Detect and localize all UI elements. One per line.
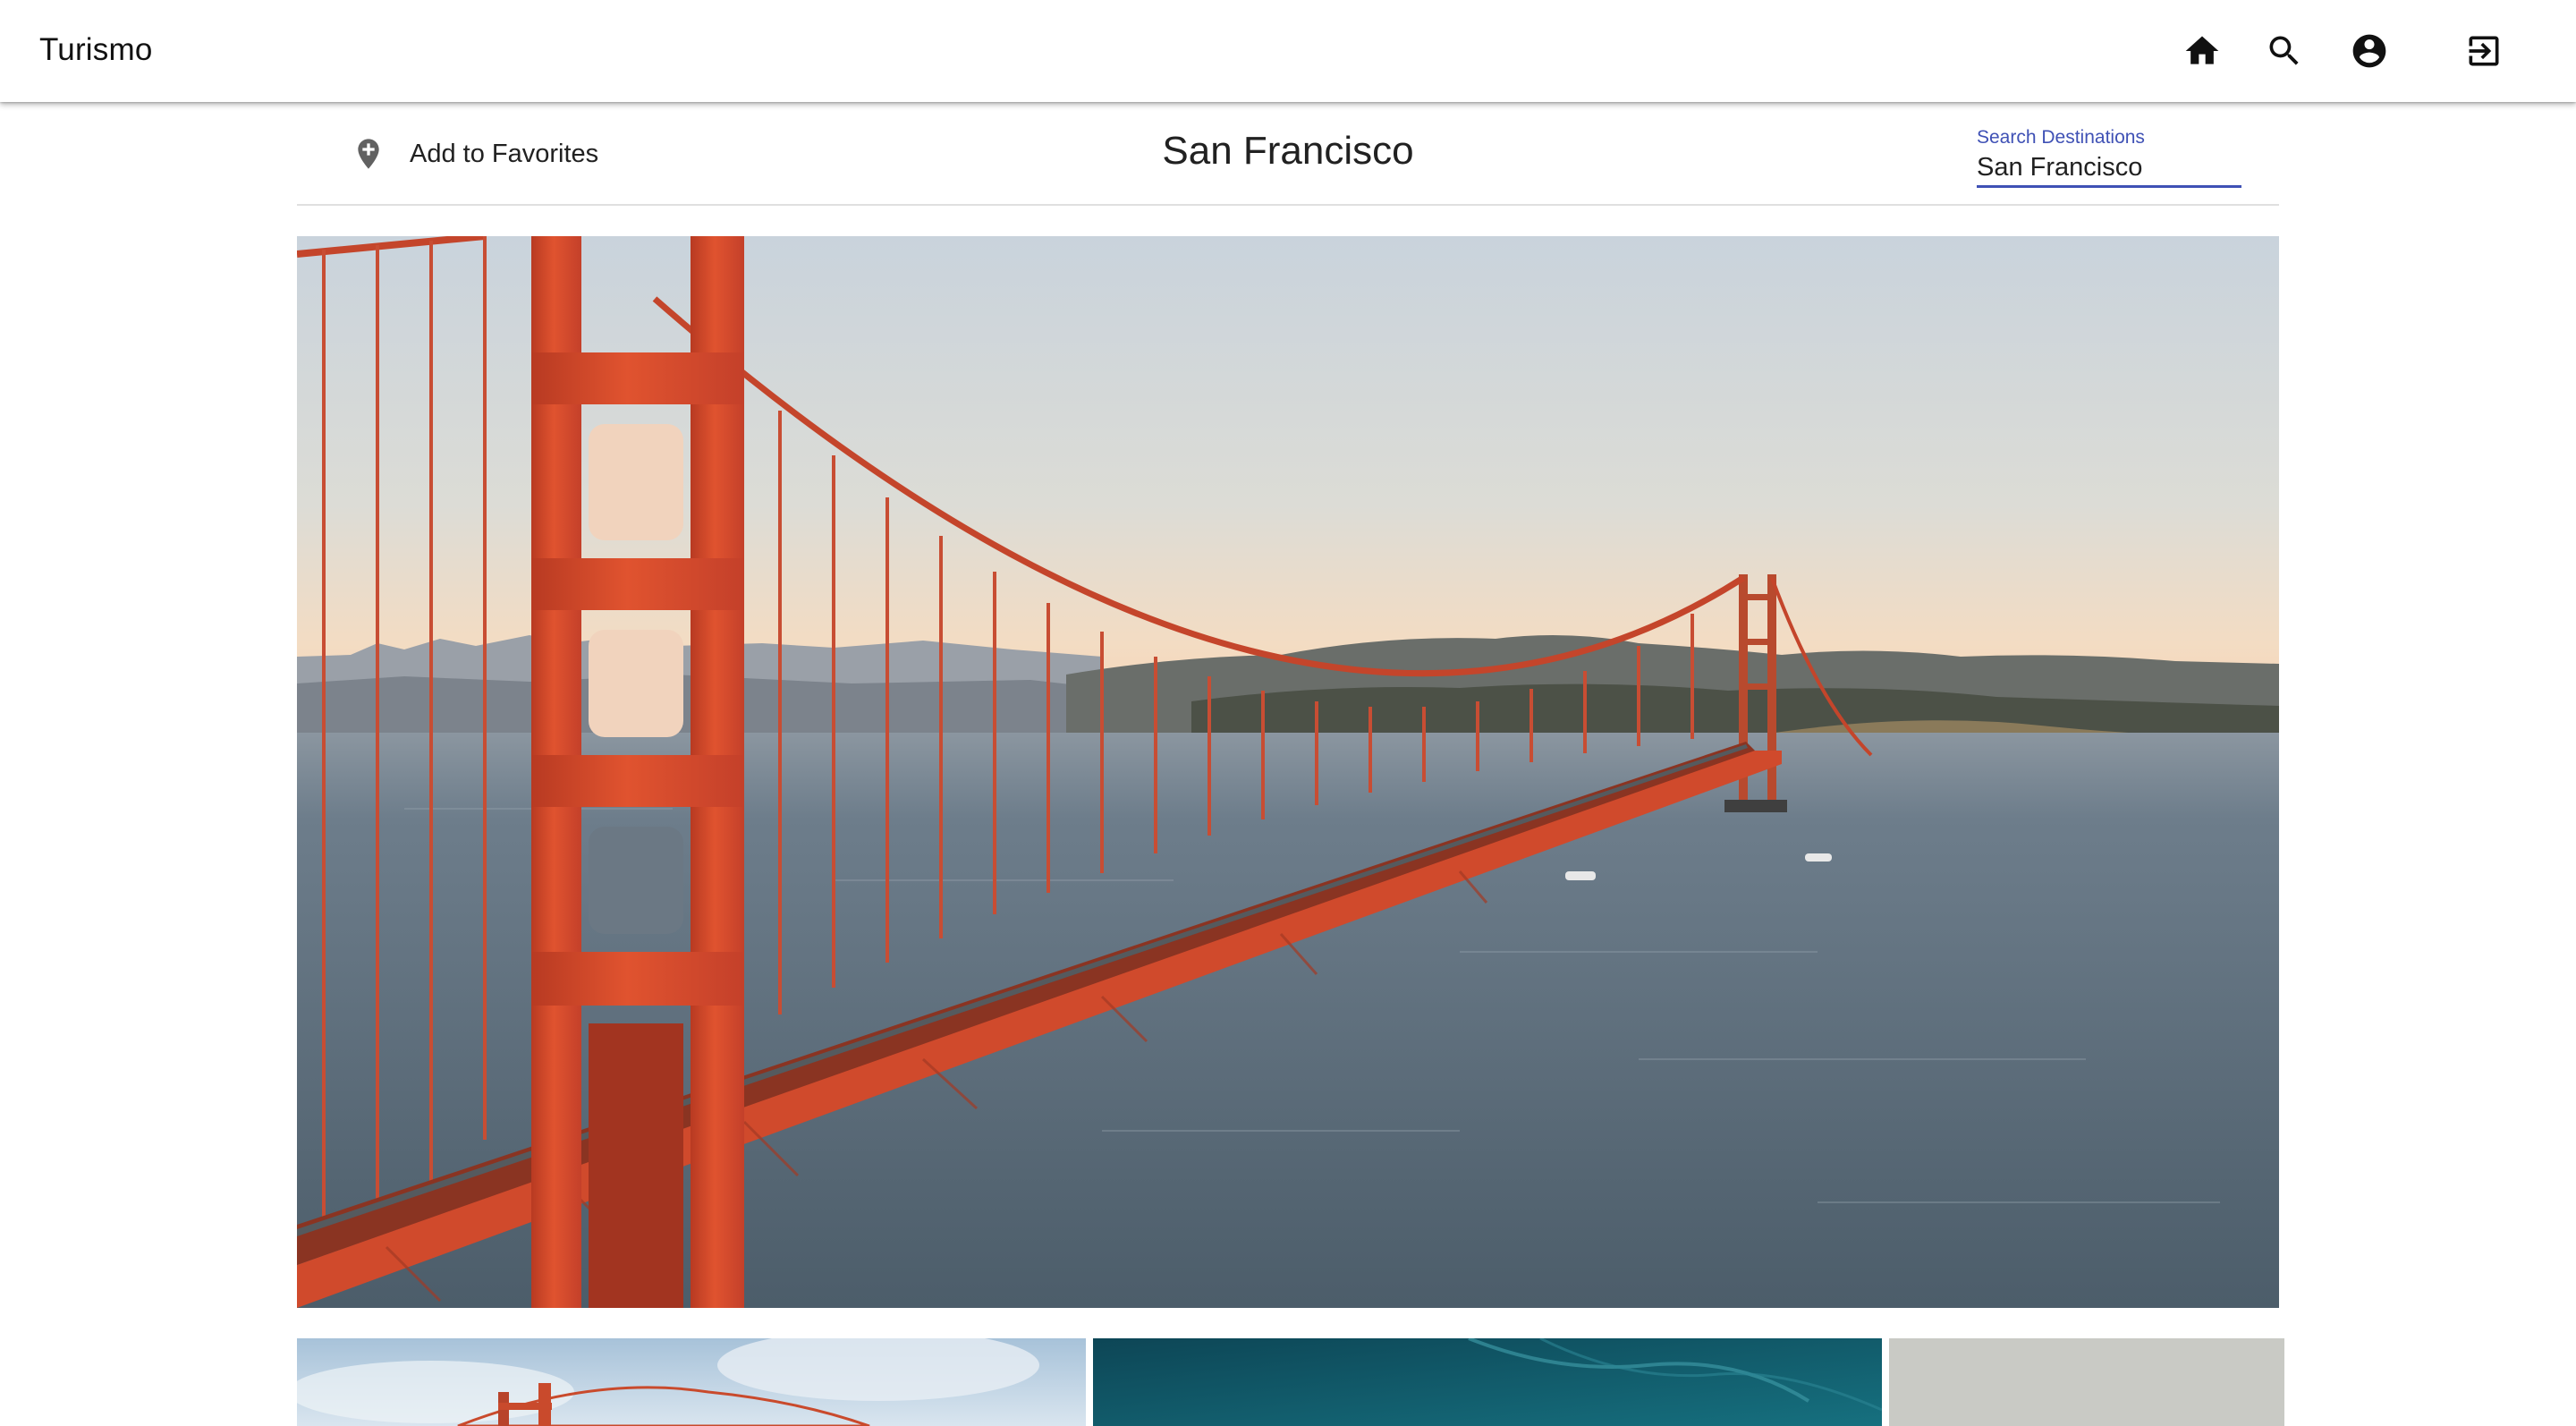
golden-gate-bridge-photo xyxy=(297,236,2279,1308)
hero-image xyxy=(297,236,2279,1308)
teal-aerial-thumbnail-image xyxy=(1093,1338,1882,1426)
golden-gate-thumbnail-image xyxy=(297,1338,1086,1426)
thumbnail-2[interactable] xyxy=(1093,1338,1882,1426)
thumbnail-3[interactable] xyxy=(1889,1338,2284,1426)
logout-button[interactable] xyxy=(2455,22,2512,80)
thumbnail-1[interactable] xyxy=(297,1338,1086,1426)
search-destinations-input[interactable] xyxy=(1977,152,2241,188)
destination-toolbar: Add to Favorites San Francisco Search De… xyxy=(297,102,2279,206)
brand-title[interactable]: Turismo xyxy=(39,32,153,68)
search-destinations-field[interactable]: Search Destinations xyxy=(1977,115,2241,188)
home-button[interactable] xyxy=(2174,22,2231,80)
search-icon xyxy=(2269,36,2299,65)
account-button[interactable] xyxy=(2341,22,2398,80)
logout-icon xyxy=(2469,36,2499,66)
app-bar: Turismo xyxy=(0,0,2576,102)
grey-sky-thumbnail-image xyxy=(1889,1338,2284,1426)
account-icon xyxy=(2352,34,2386,68)
search-destinations-label: Search Destinations xyxy=(1977,127,2145,148)
home-icon xyxy=(2185,36,2219,64)
search-button[interactable] xyxy=(2256,22,2313,80)
